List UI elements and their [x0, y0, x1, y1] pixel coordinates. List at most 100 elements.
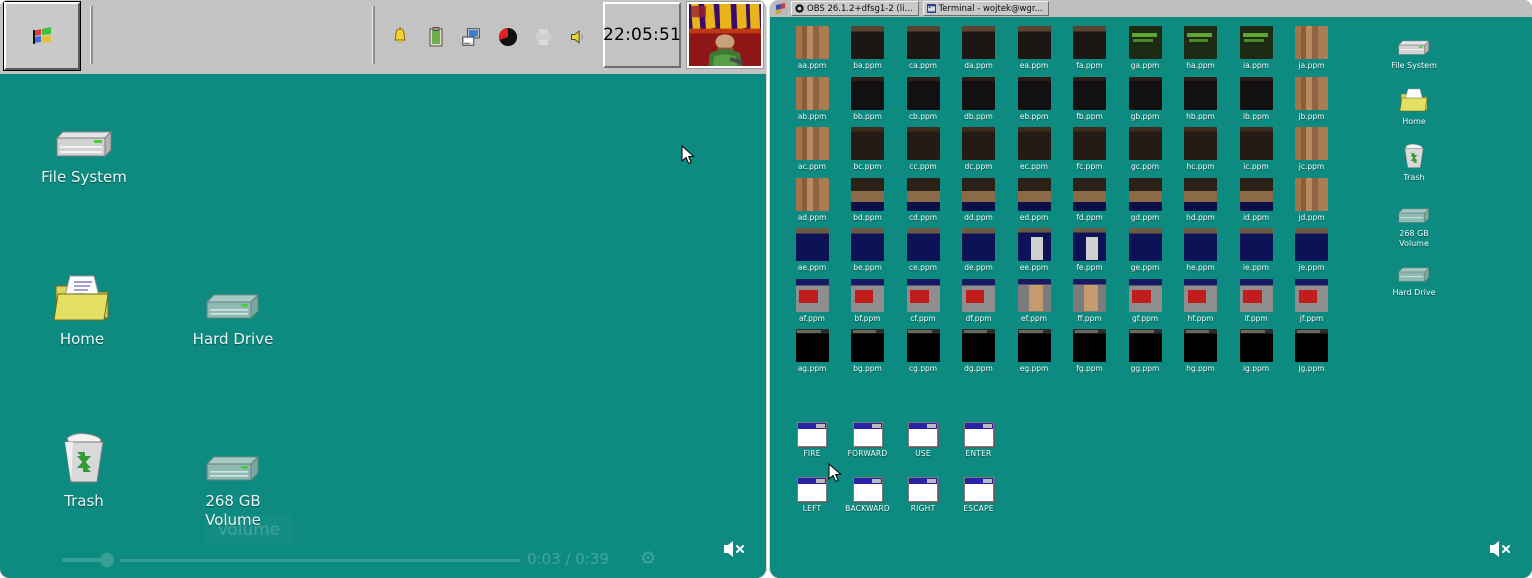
file-item[interactable]: jb.ppm: [1284, 76, 1340, 121]
launcher-icon-forward[interactable]: FORWARD: [840, 418, 896, 458]
file-item[interactable]: fg.ppm: [1062, 329, 1118, 373]
file-item[interactable]: eb.ppm: [1006, 76, 1062, 121]
file-item[interactable]: gf.ppm: [1117, 278, 1173, 323]
file-item[interactable]: jc.ppm: [1284, 127, 1340, 171]
file-item[interactable]: ed.ppm: [1006, 177, 1062, 222]
volume-icon[interactable]: [569, 26, 591, 48]
file-item[interactable]: bc.ppm: [840, 127, 896, 171]
taskbar-grip-handle[interactable]: [90, 6, 93, 64]
file-item[interactable]: cg.ppm: [895, 329, 951, 373]
doom-preview-thumbnail[interactable]: [686, 1, 764, 69]
file-item[interactable]: gc.ppm: [1117, 127, 1173, 171]
file-item[interactable]: ae.ppm: [784, 228, 840, 272]
file-item[interactable]: fb.ppm: [1062, 76, 1118, 121]
file-item[interactable]: fc.ppm: [1062, 127, 1118, 171]
file-item[interactable]: jf.ppm: [1284, 278, 1340, 323]
desktop-icon-268-gb-volume[interactable]: 268 GB Volume: [1368, 196, 1460, 250]
file-item[interactable]: de.ppm: [951, 228, 1007, 272]
launcher-icon-enter[interactable]: ENTER: [951, 418, 1007, 458]
file-item[interactable]: ja.ppm: [1284, 26, 1340, 70]
desktop-icon-hard-drive[interactable]: Hard Drive: [173, 272, 293, 349]
desktop-icon-trash[interactable]: Trash: [24, 433, 144, 511]
file-item[interactable]: if.ppm: [1228, 278, 1284, 323]
file-item[interactable]: ig.ppm: [1228, 329, 1284, 373]
file-item[interactable]: gg.ppm: [1117, 329, 1173, 373]
file-item[interactable]: dd.ppm: [951, 177, 1007, 222]
launcher-icon-left[interactable]: LEFT: [784, 473, 840, 513]
file-item[interactable]: ia.ppm: [1228, 26, 1284, 70]
file-item[interactable]: fe.ppm: [1062, 228, 1118, 272]
tray-grip-handle[interactable]: [372, 6, 375, 64]
network-display-icon[interactable]: [461, 26, 483, 48]
file-item[interactable]: ie.ppm: [1228, 228, 1284, 272]
file-item[interactable]: db.ppm: [951, 76, 1007, 121]
file-item[interactable]: fa.ppm: [1062, 26, 1118, 70]
clipboard-icon[interactable]: [425, 26, 447, 48]
file-item[interactable]: af.ppm: [784, 278, 840, 323]
obs-circle-icon[interactable]: [497, 26, 519, 48]
launcher-icon-escape[interactable]: ESCAPE: [951, 473, 1007, 513]
file-item[interactable]: je.ppm: [1284, 228, 1340, 272]
taskbar-task-obs[interactable]: OBS 26.1.2+dfsg1-2 (li...: [791, 1, 919, 16]
file-item[interactable]: ba.ppm: [840, 26, 896, 70]
desktop-icon-trash[interactable]: Trash: [1368, 140, 1460, 183]
desktop-icon-file-system[interactable]: File System: [24, 110, 144, 187]
file-item[interactable]: dc.ppm: [951, 127, 1007, 171]
taskbar-clock[interactable]: 22:05:51: [603, 2, 681, 68]
launcher-icon-right[interactable]: RIGHT: [895, 473, 951, 513]
file-item[interactable]: ag.ppm: [784, 329, 840, 373]
volume-slider-knob[interactable]: [100, 553, 114, 567]
file-item[interactable]: cb.ppm: [895, 76, 951, 121]
file-item[interactable]: ga.ppm: [1117, 26, 1173, 70]
file-item[interactable]: he.ppm: [1173, 228, 1229, 272]
file-item[interactable]: bb.ppm: [840, 76, 896, 121]
file-item[interactable]: ab.ppm: [784, 76, 840, 121]
playback-progress-bar[interactable]: [120, 559, 520, 562]
file-item[interactable]: hc.ppm: [1173, 127, 1229, 171]
file-item[interactable]: ad.ppm: [784, 177, 840, 222]
file-item[interactable]: hg.ppm: [1173, 329, 1229, 373]
file-item[interactable]: jg.ppm: [1284, 329, 1340, 373]
launcher-icon-backward[interactable]: BACKWARD: [840, 473, 896, 513]
app-menu-icon[interactable]: [774, 2, 787, 15]
launcher-icon-fire[interactable]: FIRE: [784, 418, 840, 458]
file-item[interactable]: gd.ppm: [1117, 177, 1173, 222]
settings-gear-icon[interactable]: ⚙: [640, 548, 656, 569]
desktop-icon-file-system[interactable]: File System: [1368, 28, 1460, 71]
file-item[interactable]: fd.ppm: [1062, 177, 1118, 222]
launcher-icon-use[interactable]: USE: [895, 418, 951, 458]
mute-speaker-icon[interactable]: [722, 538, 748, 560]
desktop-icon-hard-drive[interactable]: Hard Drive: [1368, 255, 1460, 298]
bell-icon[interactable]: [389, 26, 411, 48]
file-item[interactable]: id.ppm: [1228, 177, 1284, 222]
file-item[interactable]: ef.ppm: [1006, 278, 1062, 323]
desktop-icon-home[interactable]: Home: [1368, 84, 1460, 127]
file-item[interactable]: da.ppm: [951, 26, 1007, 70]
file-item[interactable]: ec.ppm: [1006, 127, 1062, 171]
file-item[interactable]: cc.ppm: [895, 127, 951, 171]
file-item[interactable]: aa.ppm: [784, 26, 840, 70]
file-item[interactable]: ea.ppm: [1006, 26, 1062, 70]
file-item[interactable]: ha.ppm: [1173, 26, 1229, 70]
file-item[interactable]: jd.ppm: [1284, 177, 1340, 222]
file-item[interactable]: ib.ppm: [1228, 76, 1284, 121]
file-item[interactable]: bg.ppm: [840, 329, 896, 373]
taskbar-task-terminal[interactable]: Terminal - wojtek@wgr...: [922, 1, 1049, 16]
file-item[interactable]: hf.ppm: [1173, 278, 1229, 323]
file-item[interactable]: cf.ppm: [895, 278, 951, 323]
file-item[interactable]: ca.ppm: [895, 26, 951, 70]
file-item[interactable]: ac.ppm: [784, 127, 840, 171]
file-item[interactable]: be.ppm: [840, 228, 896, 272]
file-item[interactable]: ic.ppm: [1228, 127, 1284, 171]
file-item[interactable]: ge.ppm: [1117, 228, 1173, 272]
mute-speaker-icon[interactable]: [1488, 538, 1514, 560]
left-desktop-surface[interactable]: File System Home Hard Drive Trash 268 GB…: [0, 78, 766, 578]
file-item[interactable]: hd.ppm: [1173, 177, 1229, 222]
media-player-overlay[interactable]: Volume 0:03 / 0:39 ⚙: [0, 520, 766, 578]
file-item[interactable]: gb.ppm: [1117, 76, 1173, 121]
file-item[interactable]: df.ppm: [951, 278, 1007, 323]
file-item[interactable]: ee.ppm: [1006, 228, 1062, 272]
file-item[interactable]: bd.ppm: [840, 177, 896, 222]
desktop-icon-home[interactable]: Home: [22, 272, 142, 349]
file-item[interactable]: cd.ppm: [895, 177, 951, 222]
